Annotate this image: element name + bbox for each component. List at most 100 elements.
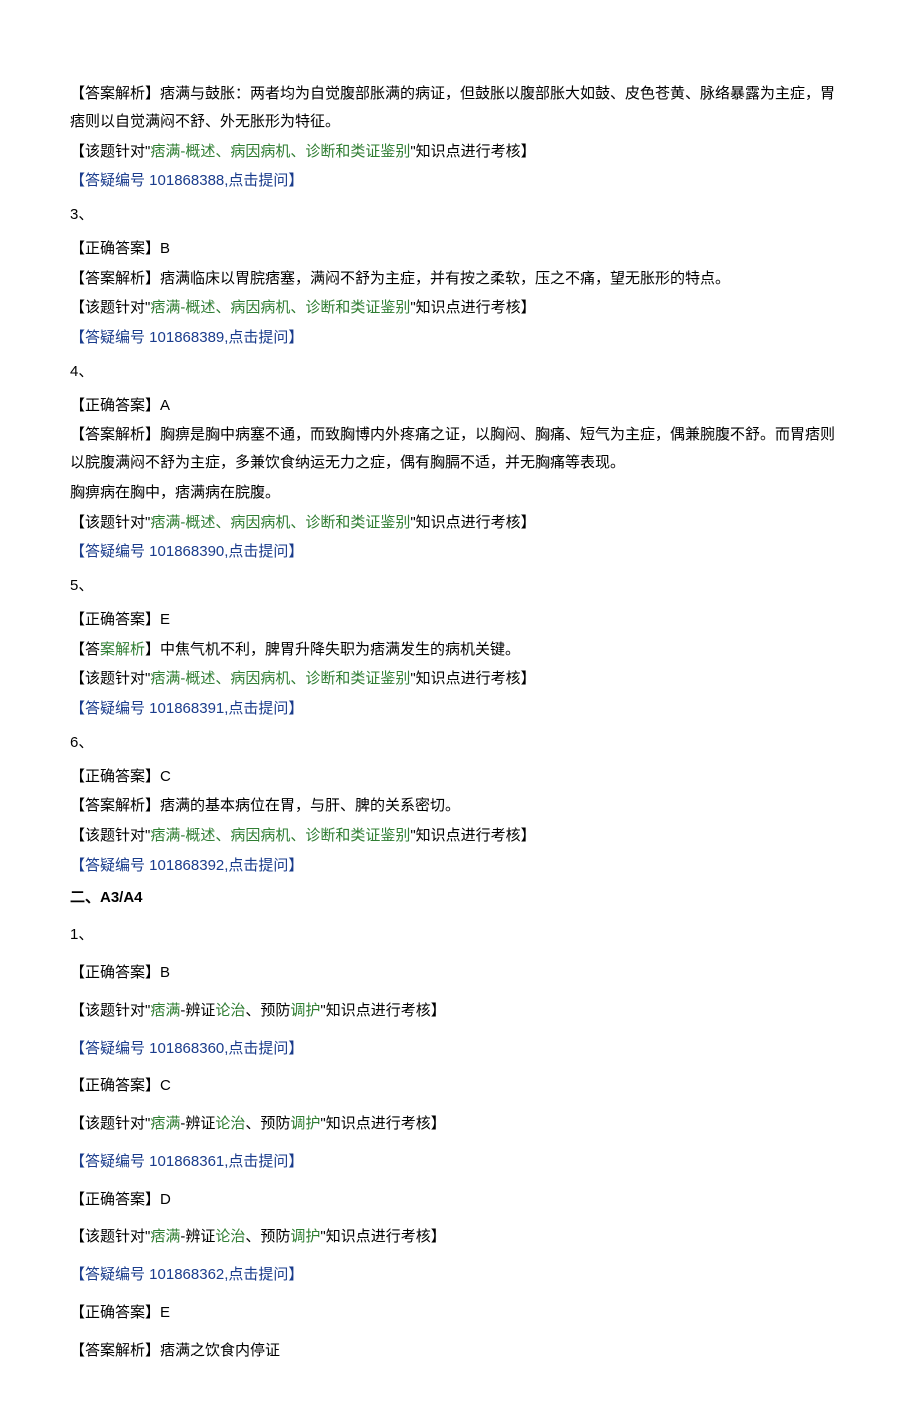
answer-analysis: 【答案解析】痞满临床以胃脘痞塞，满闷不舒为主症，并有按之柔软，压之不痛，望无胀形…: [70, 265, 850, 293]
correct-answer: 【正确答案】E: [70, 606, 850, 634]
note-suffix: "知识点进行考核】: [410, 827, 535, 844]
analysis-label: 【答案解析】: [70, 270, 160, 287]
correct-answer: 【正确答案】D: [70, 1186, 850, 1214]
knowledge-note: 【该题针对"痞满-概述、病因病机、诊断和类证鉴别"知识点进行考核】: [70, 138, 850, 166]
note-prefix: 【该题针对": [70, 514, 150, 531]
link-text[interactable]: 【答疑编号 101868392,点击提问】: [70, 857, 303, 874]
note-prefix: 【该题针对": [70, 827, 150, 844]
analysis-label: 【答案解析】: [70, 85, 160, 102]
correct-value: D: [160, 1191, 171, 1208]
correct-value: B: [160, 240, 170, 257]
correct-label: 【正确答案】: [70, 964, 160, 981]
correct-answer: 【正确答案】B: [70, 235, 850, 263]
correct-value: C: [160, 1077, 171, 1094]
analysis-text: 痞满之饮食内停证: [160, 1342, 280, 1359]
link-text[interactable]: 【答疑编号 101868360,点击提问】: [70, 1040, 303, 1057]
correct-label: 【正确答案】: [70, 1191, 160, 1208]
analysis-p1: 【答: [70, 641, 100, 658]
note-topic: 痞满-概述、病因病机、诊断和类证鉴别: [150, 827, 410, 844]
note-b2: 、预防: [245, 1002, 290, 1019]
analysis-p2: 】中焦气机不利，脾胃升降失职为痞满发生的病机关键。: [145, 641, 520, 658]
answer-link[interactable]: 【答疑编号 101868361,点击提问】: [70, 1148, 850, 1176]
link-text[interactable]: 【答疑编号 101868389,点击提问】: [70, 329, 303, 346]
note-b2: 、预防: [245, 1115, 290, 1132]
correct-label: 【正确答案】: [70, 240, 160, 257]
correct-label: 【正确答案】: [70, 1304, 160, 1321]
note-suffix: "知识点进行考核】: [410, 670, 535, 687]
note-g1: 痞满: [150, 1115, 180, 1132]
analysis-label: 【答案解析】: [70, 426, 160, 443]
note-b1: -辨证: [180, 1002, 215, 1019]
note-suffix: "知识点进行考核】: [410, 299, 535, 316]
question-number: 4、: [70, 358, 850, 386]
answer-analysis: 【答案解析】胸痹是胸中病塞不通，而致胸博内外疼痛之证，以胸闷、胸痛、短气为主症，…: [70, 421, 850, 477]
note-g2: 论治: [215, 1115, 245, 1132]
analysis-label: 【答案解析】: [70, 797, 160, 814]
correct-answer: 【正确答案】C: [70, 763, 850, 791]
correct-answer: 【正确答案】A: [70, 392, 850, 420]
note-b1: -辨证: [180, 1115, 215, 1132]
note-prefix: 【该题针对": [70, 1002, 150, 1019]
analysis-text: 胸痹是胸中病塞不通，而致胸博内外疼痛之证，以胸闷、胸痛、短气为主症，偶兼腕腹不舒…: [70, 426, 835, 471]
knowledge-note: 【该题针对"痞满-辨证论治、预防调护"知识点进行考核】: [70, 1110, 850, 1138]
note-g3: 调护: [290, 1228, 320, 1245]
note-prefix: 【该题针对": [70, 1228, 150, 1245]
note-suffix: "知识点进行考核】: [410, 143, 535, 160]
correct-answer: 【正确答案】B: [70, 959, 850, 987]
note-topic: 痞满-概述、病因病机、诊断和类证鉴别: [150, 299, 410, 316]
answer-analysis: 【答案解析】中焦气机不利，脾胃升降失职为痞满发生的病机关键。: [70, 636, 850, 664]
link-text[interactable]: 【答疑编号 101868390,点击提问】: [70, 543, 303, 560]
note-g1: 痞满: [150, 1002, 180, 1019]
knowledge-note: 【该题针对"痞满-辨证论治、预防调护"知识点进行考核】: [70, 997, 850, 1025]
analysis-g1: 案解析: [100, 641, 145, 658]
correct-label: 【正确答案】: [70, 768, 160, 785]
knowledge-note: 【该题针对"痞满-概述、病因病机、诊断和类证鉴别"知识点进行考核】: [70, 294, 850, 322]
note-suffix: "知识点进行考核】: [320, 1002, 445, 1019]
analysis-text: 痞满与鼓胀：两者均为自觉腹部胀满的病证，但鼓胀以腹部胀大如鼓、皮色苍黄、脉络暴露…: [70, 85, 835, 130]
note-prefix: 【该题针对": [70, 143, 150, 160]
question-number: 3、: [70, 201, 850, 229]
knowledge-note: 【该题针对"痞满-概述、病因病机、诊断和类证鉴别"知识点进行考核】: [70, 509, 850, 537]
answer-link[interactable]: 【答疑编号 101868391,点击提问】: [70, 695, 850, 723]
analysis-text: 痞满的基本病位在胃，与肝、脾的关系密切。: [160, 797, 460, 814]
answer-analysis: 【答案解析】痞满之饮食内停证: [70, 1337, 850, 1365]
note-prefix: 【该题针对": [70, 1115, 150, 1132]
answer-link[interactable]: 【答疑编号 101868362,点击提问】: [70, 1261, 850, 1289]
correct-answer: 【正确答案】E: [70, 1299, 850, 1327]
document-page: 【答案解析】痞满与鼓胀：两者均为自觉腹部胀满的病证，但鼓胀以腹部胀大如鼓、皮色苍…: [0, 0, 920, 1414]
note-g3: 调护: [290, 1115, 320, 1132]
question-number: 6、: [70, 729, 850, 757]
correct-value: A: [160, 397, 170, 414]
analysis-text: 胸痹病在胸中，痞满病在脘腹。: [70, 484, 280, 501]
link-text[interactable]: 【答疑编号 101868362,点击提问】: [70, 1266, 303, 1283]
note-g2: 论治: [215, 1228, 245, 1245]
answer-link[interactable]: 【答疑编号 101868388,点击提问】: [70, 167, 850, 195]
correct-label: 【正确答案】: [70, 611, 160, 628]
correct-label: 【正确答案】: [70, 397, 160, 414]
link-text[interactable]: 【答疑编号 101868388,点击提问】: [70, 172, 303, 189]
correct-value: C: [160, 768, 171, 785]
note-suffix: "知识点进行考核】: [320, 1228, 445, 1245]
answer-link[interactable]: 【答疑编号 101868392,点击提问】: [70, 852, 850, 880]
note-topic: 痞满-概述、病因病机、诊断和类证鉴别: [150, 670, 410, 687]
analysis-label: 【答案解析】: [70, 1342, 160, 1359]
analysis-text: 痞满临床以胃脘痞塞，满闷不舒为主症，并有按之柔软，压之不痛，望无胀形的特点。: [160, 270, 730, 287]
note-b2: 、预防: [245, 1228, 290, 1245]
answer-link[interactable]: 【答疑编号 101868390,点击提问】: [70, 538, 850, 566]
knowledge-note: 【该题针对"痞满-概述、病因病机、诊断和类证鉴别"知识点进行考核】: [70, 822, 850, 850]
answer-link[interactable]: 【答疑编号 101868389,点击提问】: [70, 324, 850, 352]
link-text[interactable]: 【答疑编号 101868391,点击提问】: [70, 700, 303, 717]
question-number: 1、: [70, 921, 850, 949]
answer-link[interactable]: 【答疑编号 101868360,点击提问】: [70, 1035, 850, 1063]
correct-answer: 【正确答案】C: [70, 1072, 850, 1100]
note-g1: 痞满: [150, 1228, 180, 1245]
link-text[interactable]: 【答疑编号 101868361,点击提问】: [70, 1153, 303, 1170]
correct-label: 【正确答案】: [70, 1077, 160, 1094]
answer-analysis: 【答案解析】痞满与鼓胀：两者均为自觉腹部胀满的病证，但鼓胀以腹部胀大如鼓、皮色苍…: [70, 80, 850, 136]
note-suffix: "知识点进行考核】: [320, 1115, 445, 1132]
note-prefix: 【该题针对": [70, 670, 150, 687]
note-g2: 论治: [215, 1002, 245, 1019]
section-heading: 二、A3/A4: [70, 884, 850, 912]
answer-analysis: 【答案解析】痞满的基本病位在胃，与肝、脾的关系密切。: [70, 792, 850, 820]
analysis-line2: 胸痹病在胸中，痞满病在脘腹。: [70, 479, 850, 507]
